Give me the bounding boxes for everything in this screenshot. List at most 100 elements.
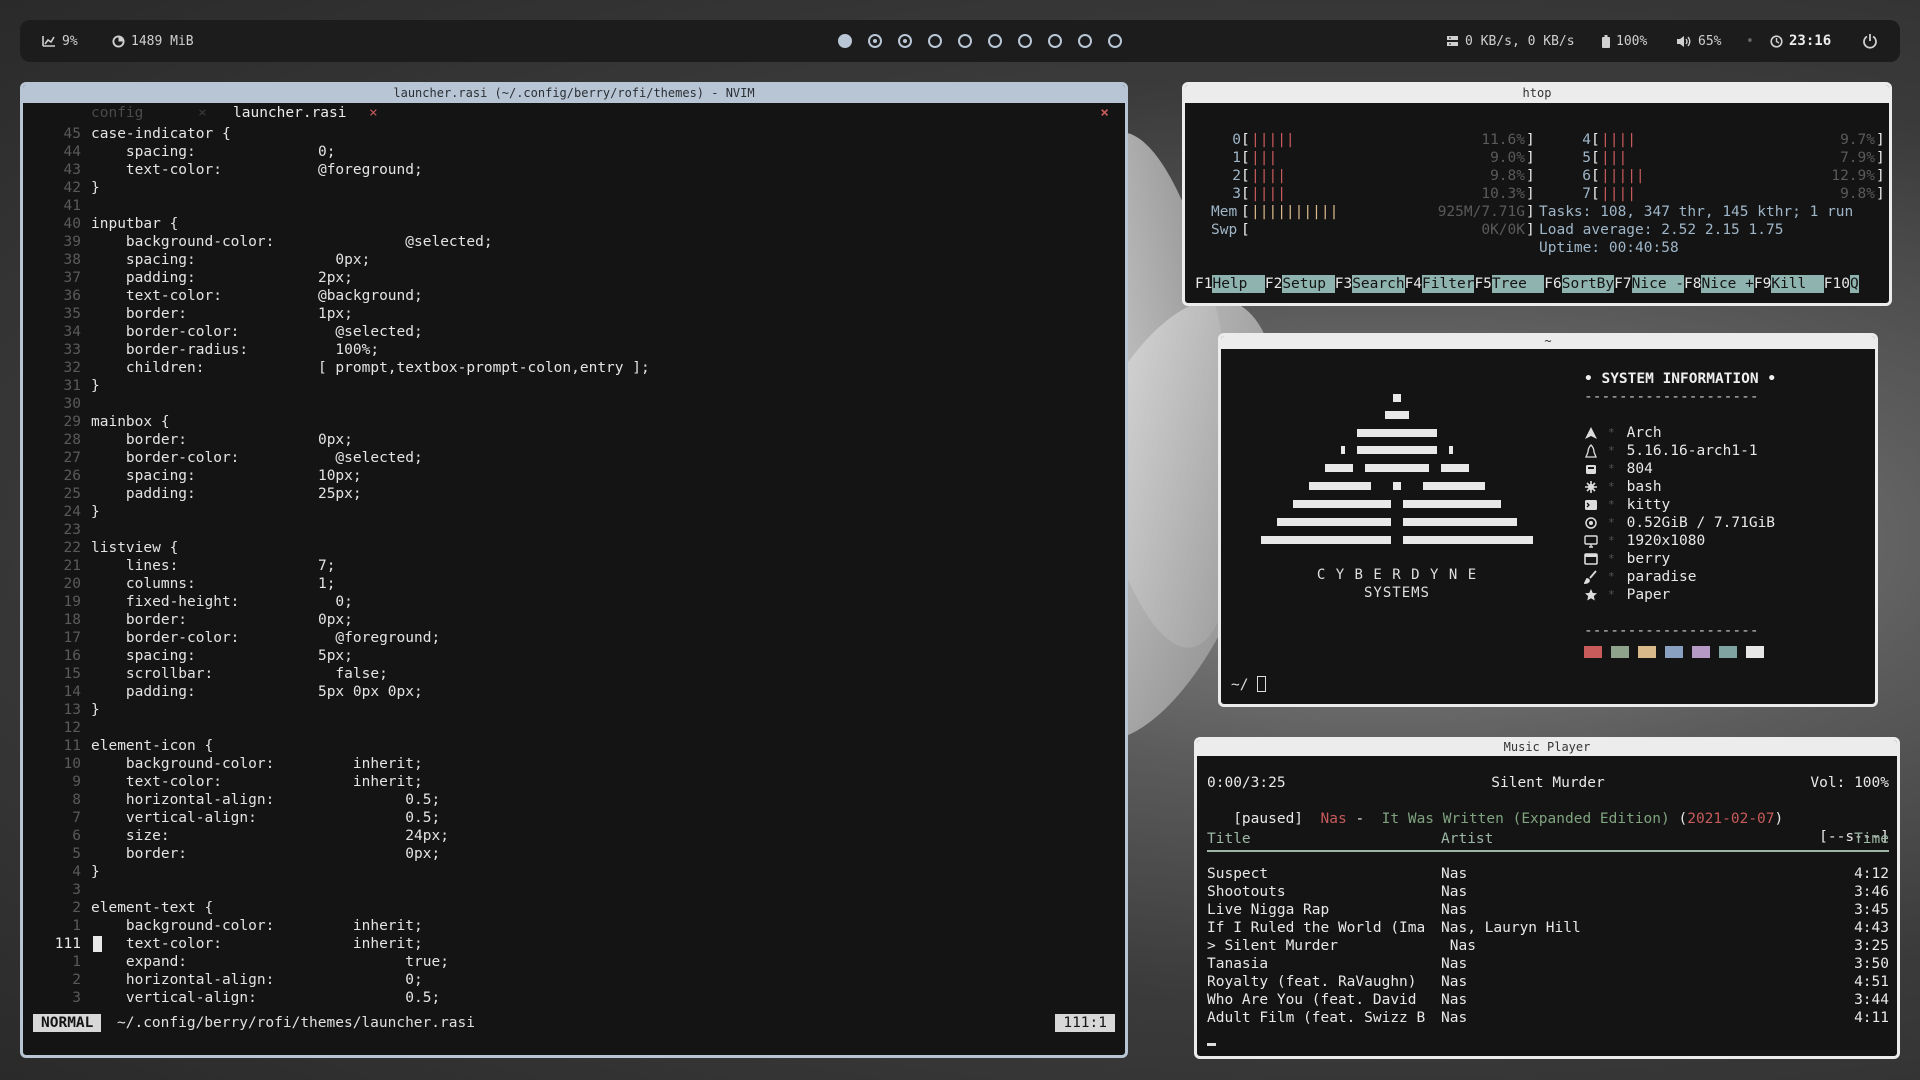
track-row[interactable]: If I Ruled the World (Ima Nas, Lauryn Hil… — [1207, 919, 1889, 937]
code-line[interactable]: 42} — [23, 179, 1125, 197]
fkey-f7[interactable]: F7 Nice - — [1614, 275, 1685, 293]
bracket: [ — [1241, 168, 1250, 184]
workspace-dot[interactable] — [868, 34, 882, 48]
shell-prompt[interactable]: ~/ — [1231, 676, 1267, 693]
code-line[interactable]: 39 background-color: @selected; — [23, 233, 1125, 251]
code-line[interactable]: 12 — [23, 719, 1125, 737]
code-line[interactable]: 36 text-color: @background; — [23, 287, 1125, 305]
code-line[interactable]: 3 vertical-align: 0.5; — [23, 989, 1125, 1007]
code-line[interactable]: 25 padding: 25px; — [23, 485, 1125, 503]
code-line[interactable]: 41 — [23, 197, 1125, 215]
code-line[interactable]: 9 text-color: inherit; — [23, 773, 1125, 791]
workspace-dot[interactable] — [1078, 34, 1092, 48]
track-row[interactable]: > Silent Murder Nas 3:25 — [1207, 937, 1889, 955]
code-line[interactable]: 111 text-color: inherit; — [23, 935, 1125, 953]
code-line[interactable]: 44 spacing: 0; — [23, 143, 1125, 161]
code-line[interactable]: 33 border-radius: 100%; — [23, 341, 1125, 359]
code-line[interactable]: 1 expand: true; — [23, 953, 1125, 971]
code-line[interactable]: 2 element-text { — [23, 899, 1125, 917]
code-line[interactable]: 45 case-indicator { — [23, 125, 1125, 143]
fkey-f1[interactable]: F1 Help — [1195, 275, 1265, 293]
track-row[interactable]: Tanasia Nas 3:50 — [1207, 955, 1889, 973]
music-titlebar[interactable]: Music Player — [1197, 740, 1897, 756]
code-line[interactable]: 21 lines: 7; — [23, 557, 1125, 575]
code-line[interactable]: 29 mainbox { — [23, 413, 1125, 431]
code-line[interactable]: 14 padding: 5px 0px 0px; — [23, 683, 1125, 701]
workspace-dot[interactable] — [838, 34, 852, 48]
code-line[interactable]: 22 listview { — [23, 539, 1125, 557]
code-line[interactable]: 35 border: 1px; — [23, 305, 1125, 323]
code-line[interactable]: 43 text-color: @foreground; — [23, 161, 1125, 179]
code-line[interactable]: 11 element-icon { — [23, 737, 1125, 755]
code-line[interactable]: 38 spacing: 0px; — [23, 251, 1125, 269]
fkey-f8[interactable]: F8 Nice + — [1684, 275, 1754, 293]
music-player-window[interactable]: Music Player 0:00/3:25 Silent Murder Vol… — [1194, 737, 1900, 1059]
code-line[interactable]: 7 vertical-align: 0.5; — [23, 809, 1125, 827]
tab-launcher-rasi[interactable]: launcher.rasi — [233, 105, 347, 121]
track-row[interactable]: Live Nigga Rap Nas 3:45 — [1207, 901, 1889, 919]
code-line[interactable]: 37 padding: 2px; — [23, 269, 1125, 287]
fkey-number: F9 — [1753, 276, 1772, 292]
code-line[interactable]: 13} — [23, 701, 1125, 719]
code-line[interactable]: 23 — [23, 521, 1125, 539]
workspace-dot[interactable] — [958, 34, 972, 48]
code-line[interactable]: 32 children: [ prompt,textbox-prompt-col… — [23, 359, 1125, 377]
fetch-titlebar[interactable]: ~ — [1221, 336, 1875, 349]
track-row[interactable]: Royalty (feat. RaVaughn) Nas 4:51 — [1207, 973, 1889, 991]
line-number: 4 — [72, 864, 81, 880]
fetch-window[interactable]: ~ C Y B E R D Y N E SYSTEMS • SYSTEM INF… — [1218, 333, 1878, 707]
close-icon[interactable]: × — [1100, 105, 1109, 121]
track-row[interactable]: Who Are You (feat. David Nas 3:44 — [1207, 991, 1889, 1009]
code-line[interactable]: 34 border-color: @selected; — [23, 323, 1125, 341]
code-editor[interactable]: 45 case-indicator {44 spacing: 0; 43 text-… — [23, 125, 1125, 1007]
code-line[interactable]: 28 border: 0px; — [23, 431, 1125, 449]
code-line[interactable]: 4} — [23, 863, 1125, 881]
code-line[interactable]: 31} — [23, 377, 1125, 395]
fkey-f10[interactable]: F10 Q — [1824, 275, 1859, 293]
fkey-f5[interactable]: F5 Tree — [1474, 275, 1545, 293]
track-row[interactable]: Shootouts Nas 3:46 — [1207, 883, 1889, 901]
workspace-dot[interactable] — [1108, 34, 1122, 48]
track-row[interactable]: Suspect Nas 4:12 — [1207, 865, 1889, 883]
tab-config[interactable]: config — [91, 105, 143, 121]
code-line[interactable]: 24} — [23, 503, 1125, 521]
code-line[interactable]: 27 border-color: @selected; — [23, 449, 1125, 467]
playlist[interactable]: Suspect Nas 4:12 Shootouts Nas 3:46 Live Nigga… — [1207, 865, 1889, 1027]
workspace-dot[interactable] — [988, 34, 1002, 48]
code-line[interactable]: 18 border: 0px; — [23, 611, 1125, 629]
workspace-dot[interactable] — [928, 34, 942, 48]
nvim-window[interactable]: launcher.rasi (~/.config/berry/rofi/them… — [20, 82, 1128, 1058]
code-line[interactable]: 15 scrollbar: false; — [23, 665, 1125, 683]
code-line[interactable]: 30 — [23, 395, 1125, 413]
volume-widget[interactable]: 65% — [1676, 34, 1721, 49]
fkey-f6[interactable]: F6 SortBy — [1544, 275, 1615, 293]
code-line[interactable]: 8 horizontal-align: 0.5; — [23, 791, 1125, 809]
code-line[interactable]: 17 border-color: @foreground; — [23, 629, 1125, 647]
power-icon[interactable] — [1862, 33, 1878, 49]
code-line[interactable]: 26 spacing: 10px; — [23, 467, 1125, 485]
fkey-f9[interactable]: F9 Kill — [1754, 275, 1824, 293]
fkey-f3[interactable]: F3 Search — [1335, 275, 1405, 293]
fkey-f4[interactable]: F4 Filter — [1405, 275, 1475, 293]
code-line[interactable]: 1 background-color: inherit; — [23, 917, 1125, 935]
code-line[interactable]: 20 columns: 1; — [23, 575, 1125, 593]
track-row[interactable]: Adult Film (feat. Swizz B Nas 4:11 — [1207, 1009, 1889, 1027]
workspace-dot[interactable] — [1048, 34, 1062, 48]
htop-window[interactable]: htop 0[||||| 11.6%] 4[|||| 9.7%] 1[||| 9.0%] 5… — [1182, 82, 1892, 306]
workspace-dot[interactable] — [1018, 34, 1032, 48]
code-line[interactable]: 10 background-color: inherit; — [23, 755, 1125, 773]
fkey-f2[interactable]: F2 Setup — [1265, 275, 1335, 293]
code-line[interactable]: 2 horizontal-align: 0; — [23, 971, 1125, 989]
code-line[interactable]: 5 border: 0px; — [23, 845, 1125, 863]
workspace-dot[interactable] — [898, 34, 912, 48]
code-line[interactable]: 40 inputbar { — [23, 215, 1125, 233]
tab-close-icon[interactable]: × — [198, 105, 207, 121]
code-line[interactable]: 19 fixed-height: 0; — [23, 593, 1125, 611]
playlist-header: Title Artist Time — [1207, 830, 1889, 852]
tab-close-icon[interactable]: × — [369, 105, 378, 121]
nvim-titlebar[interactable]: launcher.rasi (~/.config/berry/rofi/them… — [23, 85, 1125, 103]
code-line[interactable]: 6 size: 24px; — [23, 827, 1125, 845]
htop-titlebar[interactable]: htop — [1185, 85, 1889, 103]
code-line[interactable]: 16 spacing: 5px; — [23, 647, 1125, 665]
code-line[interactable]: 3 — [23, 881, 1125, 899]
